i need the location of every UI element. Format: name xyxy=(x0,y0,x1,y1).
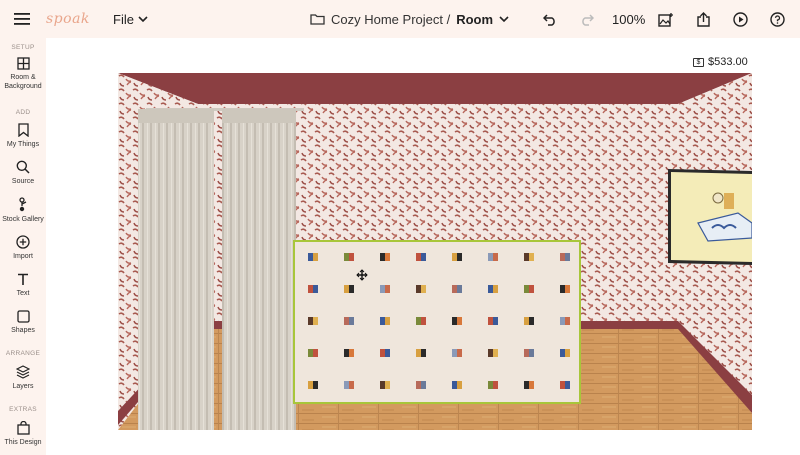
file-menu[interactable]: File xyxy=(113,0,148,38)
text-icon xyxy=(18,273,28,285)
zoom-level[interactable]: 100% xyxy=(612,0,645,38)
design-total-price[interactable]: $ $533.00 xyxy=(693,55,748,69)
wall-artwork[interactable] xyxy=(668,169,752,265)
tool-shapes[interactable]: Shapes xyxy=(0,310,46,335)
price-value: $533.00 xyxy=(708,56,748,68)
chevron-down-icon xyxy=(138,15,148,22)
redo-button[interactable] xyxy=(576,0,598,38)
tool-label: Source xyxy=(11,178,35,185)
redo-icon xyxy=(582,13,594,26)
tool-layers[interactable]: Layers xyxy=(0,365,46,391)
project-breadcrumb[interactable]: Cozy Home Project / Room xyxy=(310,0,509,38)
tool-stock-gallery[interactable]: Stock Gallery xyxy=(0,197,46,224)
help-button[interactable] xyxy=(766,0,788,38)
help-circle-icon xyxy=(769,11,785,27)
tool-text[interactable]: Text xyxy=(0,273,46,298)
undo-button[interactable] xyxy=(539,0,561,38)
folder-icon xyxy=(310,14,325,25)
hamburger-menu-icon[interactable] xyxy=(14,0,32,38)
section-extras: EXTRAS xyxy=(9,406,37,413)
tool-label: Text xyxy=(16,290,30,297)
bookmark-icon xyxy=(17,123,29,137)
selected-wall-hanging[interactable] xyxy=(293,240,581,404)
tool-label: Import xyxy=(13,253,33,260)
room-scene[interactable] xyxy=(118,73,752,430)
section-arrange: ARRANGE xyxy=(5,350,41,357)
add-image-icon xyxy=(658,12,673,27)
tool-this-design[interactable]: This Design xyxy=(0,421,46,447)
curtain-left[interactable] xyxy=(138,109,214,430)
file-menu-label: File xyxy=(113,11,134,27)
tool-label: This Design xyxy=(4,439,42,446)
tool-import[interactable]: Import xyxy=(0,235,46,261)
left-toolbar: SETUP Room & Background ADD My Things So… xyxy=(0,38,46,455)
tool-room-background[interactable]: Room & Background xyxy=(0,57,46,91)
tool-label: Room & Background xyxy=(4,74,42,90)
shopping-bag-icon xyxy=(16,421,30,435)
section-add: ADD xyxy=(15,109,31,116)
tool-label: Shapes xyxy=(11,327,35,334)
tool-label: Layers xyxy=(12,383,34,390)
tool-my-things[interactable]: My Things xyxy=(0,123,46,149)
layers-icon xyxy=(16,365,30,379)
app-logo[interactable]: spoak xyxy=(46,0,90,38)
price-tag-icon: $ xyxy=(693,57,704,67)
chevron-down-icon[interactable] xyxy=(499,15,509,23)
stock-gallery-icon xyxy=(18,197,26,212)
project-name[interactable]: Cozy Home Project / xyxy=(331,12,450,27)
room-name[interactable]: Room xyxy=(456,12,493,27)
grid-icon xyxy=(16,57,30,70)
add-image-button[interactable] xyxy=(655,0,677,38)
top-bar: spoak File Cozy Home Project / Room 100% xyxy=(0,0,800,38)
plus-circle-icon xyxy=(16,235,30,249)
undo-icon xyxy=(543,13,555,26)
search-icon xyxy=(16,160,30,174)
share-button[interactable] xyxy=(692,0,714,38)
tool-label: Stock Gallery xyxy=(2,216,44,223)
tool-source[interactable]: Source xyxy=(0,160,46,186)
share-icon xyxy=(696,11,710,27)
play-circle-icon xyxy=(732,11,748,27)
tool-label: My Things xyxy=(6,141,40,148)
present-button[interactable] xyxy=(729,0,751,38)
square-icon xyxy=(16,310,30,323)
section-setup: SETUP xyxy=(11,44,35,51)
curtain-right[interactable] xyxy=(222,109,296,430)
